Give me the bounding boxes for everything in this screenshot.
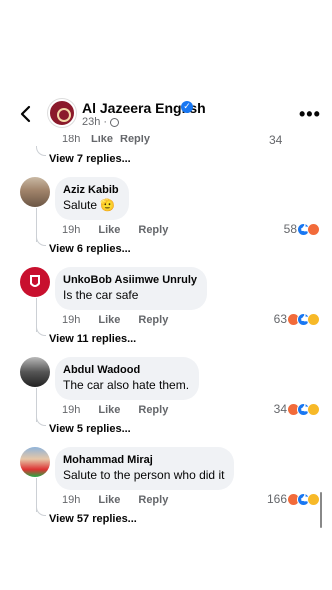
thread-connector: [36, 326, 46, 336]
comment-actions: 19h Like Reply: [62, 404, 168, 416]
haha-reaction-icon: [307, 402, 320, 416]
view-replies-link[interactable]: View 57 replies...: [49, 513, 137, 525]
reaction-summary[interactable]: 58: [284, 222, 320, 236]
reaction-summary[interactable]: 63: [274, 312, 320, 326]
like-button[interactable]: Like: [98, 224, 120, 236]
thread-connector: [36, 416, 46, 426]
comment-time: 19h: [62, 494, 81, 506]
reaction-count[interactable]: 34: [269, 133, 282, 147]
avatar[interactable]: [20, 447, 50, 477]
comment-author[interactable]: UnkoBob Asiimwe Unruly: [63, 273, 197, 287]
post-header: Al Jazeera English ✓ 23h · •••: [0, 0, 332, 135]
comment-text: Salute 🫡: [63, 198, 116, 212]
reply-button[interactable]: Reply: [138, 404, 168, 416]
view-replies-link[interactable]: View 11 replies...: [49, 333, 136, 345]
thread-connector: [36, 236, 46, 246]
reply-button[interactable]: Reply: [138, 494, 168, 506]
comment-time: 19h: [62, 404, 81, 416]
verified-badge-icon: ✓: [181, 101, 193, 113]
comment-text: Is the car safe: [63, 288, 139, 302]
reaction-summary[interactable]: 166: [267, 492, 320, 506]
thread-connector: [36, 506, 46, 516]
comment-author[interactable]: Aziz Kabib: [63, 183, 119, 197]
reaction-count: 166: [266, 492, 287, 506]
back-arrow-icon[interactable]: [18, 104, 34, 124]
globe-icon: [110, 117, 120, 127]
angry-reaction-icon: [307, 222, 320, 236]
comment-time: 19h: [62, 224, 81, 236]
like-button[interactable]: Like: [98, 404, 120, 416]
comment-actions: 19h Like Reply: [62, 494, 168, 506]
scrollbar[interactable]: [320, 492, 322, 528]
avatar[interactable]: [20, 357, 50, 387]
comment-text: The car also hate them.: [63, 378, 190, 392]
comment-text: Salute to the person who did it: [63, 468, 225, 482]
arsenal-crest-icon: [30, 275, 40, 287]
comment-time: 19h: [62, 314, 81, 326]
haha-reaction-icon: [307, 492, 320, 506]
reply-button[interactable]: Reply: [138, 314, 168, 326]
comment-bubble: Mohammad Miraj Salute to the person who …: [55, 447, 235, 490]
reaction-count: 63: [273, 312, 287, 326]
comment-author[interactable]: Abdul Wadood: [63, 363, 189, 377]
post-time: 23h: [82, 116, 101, 128]
like-button[interactable]: Like: [98, 494, 120, 506]
comment-bubble: Abdul Wadood The car also hate them.: [55, 357, 200, 400]
page-avatar[interactable]: [48, 99, 76, 127]
more-dots-icon[interactable]: •••: [299, 104, 321, 125]
like-button[interactable]: Like: [98, 314, 120, 326]
post-meta: 23h ·: [82, 116, 120, 128]
reply-button[interactable]: Reply: [138, 224, 168, 236]
avatar[interactable]: [20, 177, 50, 207]
view-replies-link[interactable]: View 5 replies...: [49, 423, 131, 435]
comment-bubble: UnkoBob Asiimwe Unruly Is the car safe: [55, 267, 208, 310]
reaction-count: 58: [283, 222, 297, 236]
reaction-count: 34: [273, 402, 287, 416]
view-replies-link[interactable]: View 6 replies...: [49, 243, 131, 255]
haha-reaction-icon: [307, 312, 320, 326]
thread-connector: [36, 146, 46, 156]
avatar[interactable]: [20, 267, 50, 297]
comment-actions: 19h Like Reply: [62, 314, 168, 326]
comment-actions: 19h Like Reply: [62, 224, 168, 236]
view-replies-link[interactable]: View 7 replies...: [49, 153, 131, 165]
reaction-summary[interactable]: 34: [274, 402, 320, 416]
comment-bubble: Aziz Kabib Salute 🫡: [55, 177, 129, 220]
comment-author[interactable]: Mohammad Miraj: [63, 453, 224, 467]
